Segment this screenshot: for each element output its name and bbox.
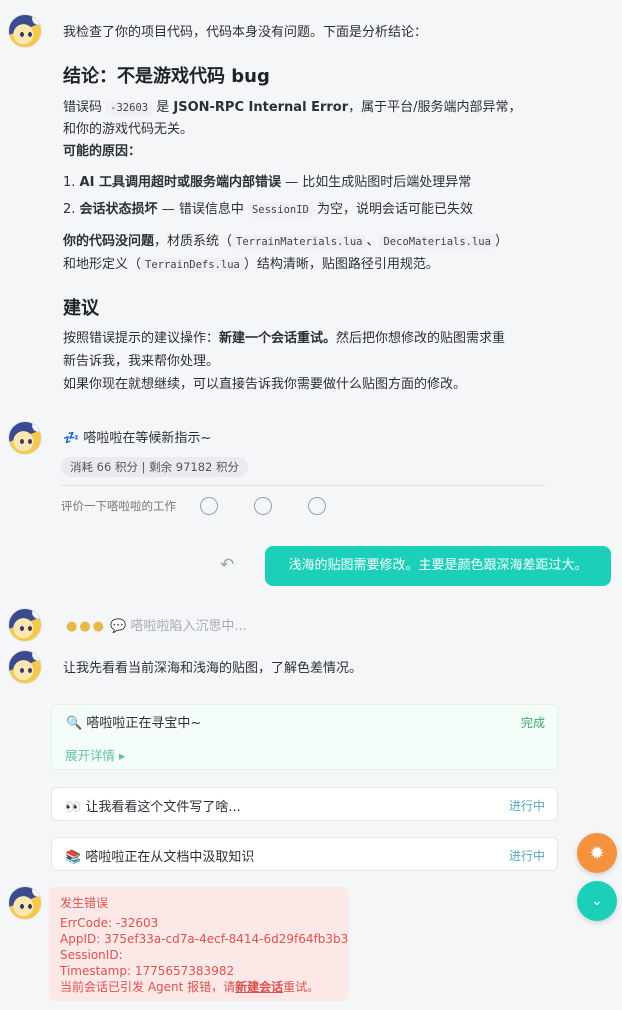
smile-face-icon[interactable]: [200, 497, 218, 515]
suggest-line2: 新告诉我，我来帮你处理。: [63, 354, 220, 369]
expand-details-link[interactable]: 展开详情 ▸: [65, 745, 125, 764]
books-icon: 📚: [65, 850, 82, 865]
text: — 错误信息中: [157, 202, 244, 217]
text: 按照错误提示的建议操作：: [63, 331, 220, 346]
new-session-link[interactable]: 新建会话: [235, 980, 283, 994]
text: — 比如生成贴图时后端处理异常: [280, 175, 472, 190]
lightbulb-icon: ♀: [32, 651, 41, 661]
bold-text: 你的代码没问题: [63, 234, 155, 249]
task-label: 让我看看这个文件写了啥...: [85, 800, 241, 815]
task-row: 👀 让我看看这个文件写了啥...: [65, 796, 241, 815]
bug-icon: ✹: [589, 842, 605, 864]
thinking-text: 嗒啦啦陷入沉思中...: [130, 619, 247, 634]
expand-label: 展开详情: [65, 748, 116, 763]
text: 为空，说明会话可能已失效: [317, 202, 474, 217]
user-message-bubble: 浅海的贴图需要修改。主要是颜色跟深海差距过大。: [265, 546, 611, 586]
chevron-down-icon: ⌄: [591, 893, 603, 909]
text: 错误码: [63, 100, 103, 115]
task-card-search[interactable]: 🔍 嗒啦啦正在寻宝中~ 完成 展开详情 ▸: [51, 704, 558, 770]
thinking-line: ●●● 💬 嗒啦啦陷入沉思中...: [66, 615, 247, 634]
text: 和地形定义（: [63, 257, 142, 272]
bold-text: AI 工具调用超时或服务端内部错误: [79, 175, 281, 190]
assistant-avatar: ♀: [8, 608, 42, 642]
error-title: 发生错误: [60, 896, 109, 910]
assistant-avatar: ✦: [8, 421, 42, 455]
cause-item-2: 2. 会话状态损坏 — 错误信息中 SessionID 为空，说明会话可能已失效: [63, 199, 473, 221]
waiting-line: 💤 嗒啦啦在等候新指示~: [63, 428, 211, 450]
task-card-docs[interactable]: 📚 嗒啦啦正在从文档中汲取知识 进行中: [51, 837, 558, 871]
scroll-down-button[interactable]: ⌄: [577, 881, 617, 921]
rating-label: 评价一下嗒啦啦的工作: [61, 499, 176, 513]
lightbulb-icon: ♀: [32, 609, 41, 619]
text: ）: [494, 234, 508, 249]
suggest-line1: 按照错误提示的建议操作：新建一个会话重试。然后把你想修改的贴图需求重: [63, 328, 505, 350]
msg1-intro: 我检查了你的项目代码，代码本身没有问题。下面是分析结论：: [63, 25, 428, 40]
suggest-heading: 建议: [63, 298, 99, 319]
error-code: ErrCode: -32603: [60, 916, 159, 930]
sparkle-icon: ✦: [32, 422, 41, 432]
text: 当前会话已引发 Agent 报错，请: [60, 980, 236, 994]
error-session: SessionID:: [60, 948, 123, 962]
code-ok-line2: 和地形定义（ TerrainDefs.lua ）结构清晰，贴图路径引用规范。: [63, 254, 439, 276]
cause-item-1: 1. AI 工具调用超时或服务端内部错误 — 比如生成贴图时后端处理异常: [63, 172, 471, 194]
eyes-icon: 👀: [65, 800, 82, 815]
text: ，属于平台/服务端内部异常，: [348, 100, 522, 115]
task-status: 完成: [520, 716, 545, 730]
error-tip: 当前会话已引发 Agent 报错，请新建会话重试。: [60, 979, 338, 995]
task-label: 嗒啦啦正在从文档中汲取知识: [85, 850, 255, 865]
task-status: 进行中: [508, 849, 545, 863]
bold-text: 会话状态损坏: [79, 202, 158, 217]
neutral-face-icon[interactable]: [254, 497, 273, 515]
error-code-line2: 和你的游戏代码无关。: [63, 122, 194, 137]
bold-text: JSON-RPC Internal Error: [173, 100, 349, 115]
lightbulb-icon: ♀: [32, 15, 41, 25]
credits-chip: 消耗 66 积分 | 剩余 97182 积分: [61, 457, 249, 477]
inline-code: TerrainMaterials.lua: [232, 235, 367, 249]
assistant-avatar: !: [8, 886, 42, 920]
error-timestamp: Timestamp: 1775657383982: [60, 964, 235, 978]
text: ，材质系统（: [154, 234, 233, 249]
retry-icon[interactable]: ↶: [220, 555, 234, 575]
task-row: 📚 嗒啦啦正在从文档中汲取知识: [65, 846, 254, 865]
divider: [61, 485, 546, 486]
inline-code: SessionID: [247, 203, 313, 217]
task-status: 进行中: [508, 799, 545, 813]
chat-bubble-icon: 💬: [110, 619, 127, 634]
text: ）结构清晰，贴图路径引用规范。: [243, 257, 439, 272]
sleep-icon: 💤: [63, 431, 80, 446]
text: 是: [156, 100, 170, 115]
bug-report-button[interactable]: ✹: [577, 833, 617, 873]
sad-face-icon[interactable]: [308, 497, 327, 515]
search-icon: 🔍: [66, 716, 83, 731]
task-row: 🔍 嗒啦啦正在寻宝中~: [66, 712, 201, 731]
bold-text: 新建一个会话重试。: [219, 331, 337, 346]
list-number: 1.: [63, 175, 76, 190]
text: 然后把你想修改的贴图需求重: [336, 331, 506, 346]
text: 、: [366, 234, 380, 249]
inline-code: TerrainDefs.lua: [141, 258, 244, 272]
inline-code: DecoMaterials.lua: [379, 235, 495, 249]
error-appid: AppID: 375ef33a-cd7a-4ecf-8414-6d29f64fb…: [60, 932, 349, 946]
conclusion-heading: 结论：不是游戏代码 bug: [63, 66, 270, 87]
assistant-avatar: ♀: [8, 14, 42, 48]
waiting-text: 嗒啦啦在等候新指示~: [83, 431, 212, 446]
task-label: 嗒啦啦正在寻宝中~: [86, 716, 202, 731]
code-ok-line: 你的代码没问题，材质系统（ TerrainMaterials.lua、 DecoMa…: [63, 231, 508, 253]
msg3-intro: 让我先看看当前深海和浅海的贴图，了解色差情况。: [63, 661, 363, 676]
list-number: 2.: [63, 202, 76, 217]
assistant-avatar: ♀: [8, 650, 42, 684]
alert-icon: !: [32, 887, 41, 897]
error-code-line: 错误码 -32603 是 JSON-RPC Internal Error，属于平…: [63, 97, 522, 119]
suggest-line3: 如果你现在就想继续，可以直接告诉我你需要做什么贴图方面的修改。: [63, 377, 467, 392]
error-box: 发生错误 ErrCode: -32603 AppID: 375ef33a-cd7…: [49, 887, 349, 1001]
dots-icon: ●●●: [66, 619, 107, 634]
caret-right-icon: ▸: [119, 748, 126, 763]
causes-title: 可能的原因：: [63, 144, 142, 159]
text: 重试。: [283, 980, 320, 994]
task-card-read-file[interactable]: 👀 让我看看这个文件写了啥... 进行中: [51, 787, 558, 821]
inline-code: -32603: [106, 101, 153, 115]
